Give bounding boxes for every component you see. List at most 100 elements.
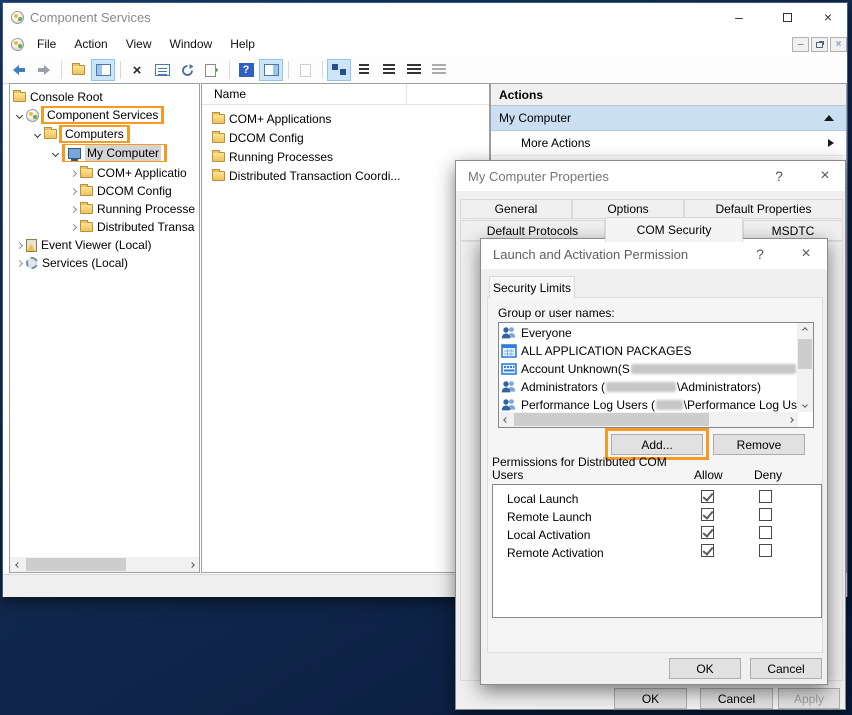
actions-group-my-computer[interactable]: My Computer <box>491 106 846 131</box>
list-item[interactable]: Distributed Transaction Coordi... <box>202 167 489 185</box>
deny-checkbox-remote-activation[interactable] <box>759 544 772 557</box>
tab-default-properties[interactable]: Default Properties <box>684 199 843 219</box>
scroll-up-arrow[interactable] <box>797 323 813 337</box>
permission-cancel-button[interactable]: Cancel <box>750 658 822 679</box>
remove-button[interactable]: Remove <box>713 434 805 455</box>
tab-security-limits[interactable]: Security Limits <box>489 276 575 298</box>
collapse-arrow-icon[interactable] <box>824 115 834 121</box>
tree-item-distributed-transaction[interactable]: Distributed Transa <box>10 218 199 236</box>
expander-icon[interactable] <box>13 243 26 248</box>
scroll-left-arrow[interactable] <box>10 557 25 572</box>
tab-options[interactable]: Options <box>572 199 684 219</box>
export-list-button[interactable] <box>200 59 224 81</box>
user-list-horizontal-scrollbar[interactable] <box>499 412 798 427</box>
mdi-close-button[interactable]: × <box>830 37 847 52</box>
expander-icon[interactable] <box>49 151 62 156</box>
properties-cancel-button[interactable]: Cancel <box>700 688 773 709</box>
tree-item-computers[interactable]: Computers <box>10 125 199 143</box>
scroll-right-arrow[interactable] <box>784 412 798 427</box>
dialog-title-bar[interactable]: Launch and Activation Permission ? × <box>481 239 827 269</box>
tree-item-console-root[interactable]: Console Root <box>10 88 199 106</box>
user-list-item[interactable]: Account Unknown(S <box>501 360 797 378</box>
name-column-header[interactable]: Name <box>214 87 246 101</box>
tab-general[interactable]: General <box>460 199 572 219</box>
menu-window[interactable]: Window <box>161 33 222 55</box>
tree-horizontal-scrollbar[interactable] <box>10 557 199 572</box>
help-button[interactable]: ? <box>234 59 258 81</box>
tree-item-component-services[interactable]: Component Services <box>10 106 199 124</box>
title-bar[interactable]: Component Services – × <box>3 3 847 31</box>
tree-item-dcom-config[interactable]: DCOM Config <box>10 182 199 200</box>
dialog-title-bar[interactable]: My Computer Properties ? × <box>456 161 845 191</box>
dialog-close-button[interactable]: × <box>808 161 842 191</box>
tab-com-security[interactable]: COM Security <box>605 217 743 242</box>
expander-icon[interactable] <box>67 207 80 212</box>
dialog-close-button[interactable]: × <box>789 239 823 269</box>
expander-icon[interactable] <box>13 261 26 266</box>
scroll-left-arrow[interactable] <box>499 412 513 427</box>
forward-button[interactable] <box>32 59 56 81</box>
menu-file[interactable]: File <box>28 33 65 55</box>
view-list-button[interactable] <box>377 59 401 81</box>
allow-checkbox-remote-activation[interactable] <box>701 544 714 557</box>
mdi-minimize-button[interactable]: – <box>792 37 809 52</box>
allow-checkbox-local-launch[interactable] <box>701 490 714 503</box>
expander-icon[interactable] <box>67 171 80 176</box>
tree-item-com-applications[interactable]: COM+ Applicatio <box>10 164 199 182</box>
allow-checkbox-remote-launch[interactable] <box>701 508 714 521</box>
menu-help[interactable]: Help <box>221 33 264 55</box>
expander-icon[interactable] <box>31 132 44 137</box>
delete-button[interactable]: × <box>125 59 149 81</box>
tree-item-running-processes[interactable]: Running Processe <box>10 200 199 218</box>
properties-apply-button[interactable]: Apply <box>778 688 840 709</box>
mdi-restore-button[interactable] <box>811 37 828 52</box>
add-button[interactable]: Add... <box>611 434 703 455</box>
list-item[interactable]: COM+ Applications <box>202 110 489 128</box>
group-user-names-list[interactable]: Everyone ALL APPLICATION PACKAGES Accoun… <box>498 322 814 428</box>
scroll-down-arrow[interactable] <box>797 398 813 412</box>
user-list-item[interactable]: Administrators ( \Administrators) <box>501 378 797 396</box>
up-one-level-button[interactable] <box>66 59 90 81</box>
list-item[interactable]: DCOM Config <box>202 129 489 147</box>
refresh-button[interactable] <box>175 59 199 81</box>
permission-ok-button[interactable]: OK <box>669 658 741 679</box>
dialog-help-button[interactable]: ? <box>762 161 796 191</box>
view-details-button[interactable] <box>402 59 426 81</box>
favorites-button[interactable] <box>293 59 317 81</box>
tree-item-my-computer[interactable]: My Computer <box>10 144 199 162</box>
allow-checkbox-local-activation[interactable] <box>701 526 714 539</box>
scrollbar-thumb[interactable] <box>798 339 812 369</box>
user-list-item[interactable]: ALL APPLICATION PACKAGES <box>501 342 797 360</box>
deny-checkbox-local-activation[interactable] <box>759 526 772 539</box>
actions-item-more-actions[interactable]: More Actions <box>491 131 846 156</box>
properties-ok-button[interactable]: OK <box>614 688 687 709</box>
dialog-help-button[interactable]: ? <box>743 239 777 269</box>
deny-checkbox-local-launch[interactable] <box>759 490 772 503</box>
scroll-right-arrow[interactable] <box>184 557 199 572</box>
column-splitter[interactable] <box>406 84 407 105</box>
view-large-icons-button[interactable] <box>327 59 351 81</box>
minimize-button[interactable]: – <box>717 3 761 31</box>
user-list-item[interactable]: Everyone <box>501 324 797 342</box>
desktop: Component Services – × File Action View … <box>0 0 852 715</box>
deny-checkbox-remote-launch[interactable] <box>759 508 772 521</box>
scrollbar-thumb[interactable] <box>26 558 126 571</box>
user-list-vertical-scrollbar[interactable] <box>797 323 813 412</box>
tree-item-event-viewer[interactable]: Event Viewer (Local) <box>10 236 199 254</box>
view-customize-button[interactable] <box>427 59 451 81</box>
show-hide-console-tree-button[interactable] <box>91 59 115 81</box>
list-item[interactable]: Running Processes <box>202 148 489 166</box>
menu-action[interactable]: Action <box>65 33 116 55</box>
expander-icon[interactable] <box>13 113 26 118</box>
expander-icon[interactable] <box>67 225 80 230</box>
close-button[interactable]: × <box>809 3 847 31</box>
properties-button[interactable] <box>150 59 174 81</box>
show-hide-action-pane-button[interactable] <box>259 59 283 81</box>
expander-icon[interactable] <box>67 189 80 194</box>
maximize-button[interactable] <box>765 3 809 31</box>
menu-view[interactable]: View <box>117 33 161 55</box>
back-button[interactable] <box>7 59 31 81</box>
scrollbar-thumb[interactable] <box>514 413 709 426</box>
tree-item-services[interactable]: Services (Local) <box>10 254 199 272</box>
view-small-icons-button[interactable] <box>352 59 376 81</box>
